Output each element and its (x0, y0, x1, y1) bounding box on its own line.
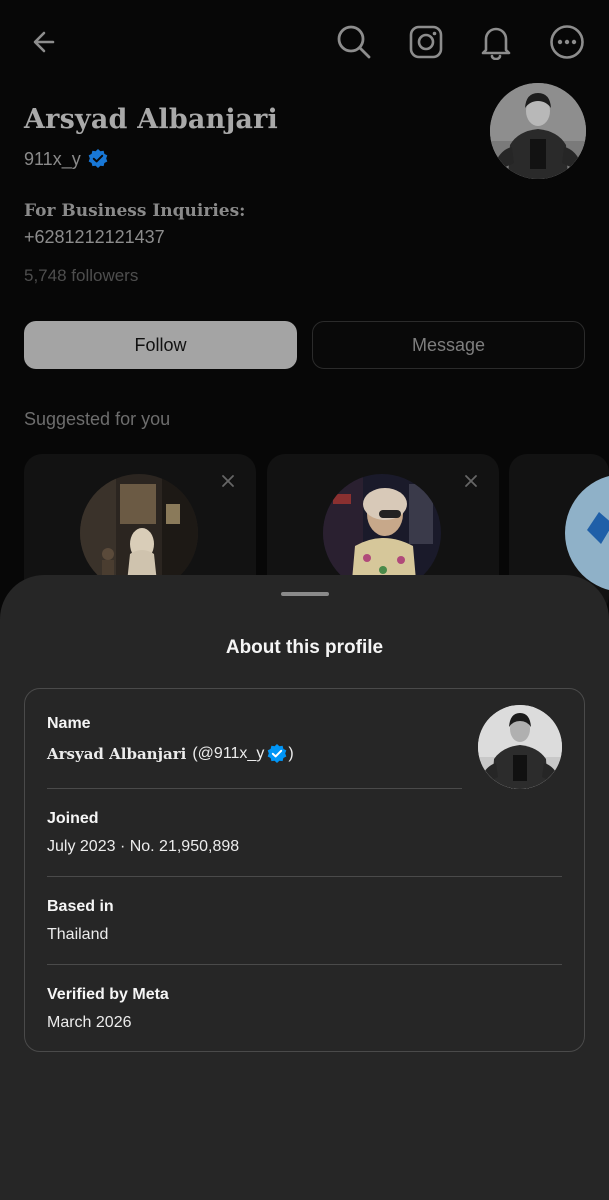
verified-badge-icon (266, 743, 288, 765)
close-icon[interactable] (218, 471, 238, 491)
avatar-photo (490, 83, 586, 179)
instagram-icon[interactable] (404, 20, 448, 64)
divider (47, 876, 562, 877)
followers-count[interactable]: 5,748 followers (24, 266, 138, 286)
verified-label: Verified by Meta (47, 986, 169, 1003)
name-section: Name Arsyad Albanjari (@911x_y ) (47, 715, 294, 765)
avatar (478, 705, 562, 789)
back-arrow-icon[interactable] (22, 20, 66, 64)
follow-button[interactable]: Follow (24, 321, 297, 369)
message-button[interactable]: Message (312, 321, 585, 369)
suggested-title: Suggested for you (24, 409, 171, 429)
name-label: Name (47, 715, 91, 732)
joined-value: July 2023 · No. 21,950,898 (47, 838, 240, 855)
name-handle: (@911x_y (192, 745, 265, 762)
joined-label: Joined (47, 810, 99, 827)
sheet-title: About this profile (225, 637, 384, 658)
divider (47, 964, 562, 965)
suggestion-avatar[interactable] (565, 474, 609, 592)
username: 911x_y (24, 148, 81, 169)
avatar-photo (478, 705, 562, 789)
search-icon[interactable] (332, 20, 376, 64)
close-icon[interactable] (461, 471, 481, 491)
sheet-drag-handle[interactable] (281, 592, 329, 596)
based-in-section: Based in Thailand (47, 898, 114, 944)
suggestion-photo (565, 474, 609, 592)
top-bar (0, 0, 609, 84)
avatar[interactable] (490, 83, 586, 179)
name-handle-close: ) (288, 745, 294, 762)
name-value: Arsyad Albanjari (@911x_y ) (47, 743, 294, 765)
profile-info-card: Name Arsyad Albanjari (@911x_y ) Joined … (24, 688, 585, 1052)
verified-section: Verified by Meta March 2026 (47, 986, 169, 1032)
divider (47, 788, 462, 789)
about-profile-sheet: About this profile Name Arsyad Albanjari… (0, 575, 609, 1200)
based-in-label: Based in (47, 898, 114, 915)
more-icon[interactable] (545, 20, 589, 64)
bell-icon[interactable] (474, 20, 518, 64)
bio: For Business Inquiries: +6281212121437 (24, 198, 324, 250)
verified-value: March 2026 (47, 1014, 132, 1031)
verified-badge-icon (87, 148, 109, 170)
profile-name: Arsyad Albanjari (24, 104, 278, 135)
name-display: Arsyad Albanjari (47, 745, 187, 763)
based-in-value: Thailand (47, 926, 109, 943)
bio-phone[interactable]: +6281212121437 (24, 224, 324, 250)
joined-section: Joined July 2023 · No. 21,950,898 (47, 810, 239, 856)
bio-title: For Business Inquiries: (24, 201, 246, 221)
username-row: 911x_y (24, 148, 109, 170)
